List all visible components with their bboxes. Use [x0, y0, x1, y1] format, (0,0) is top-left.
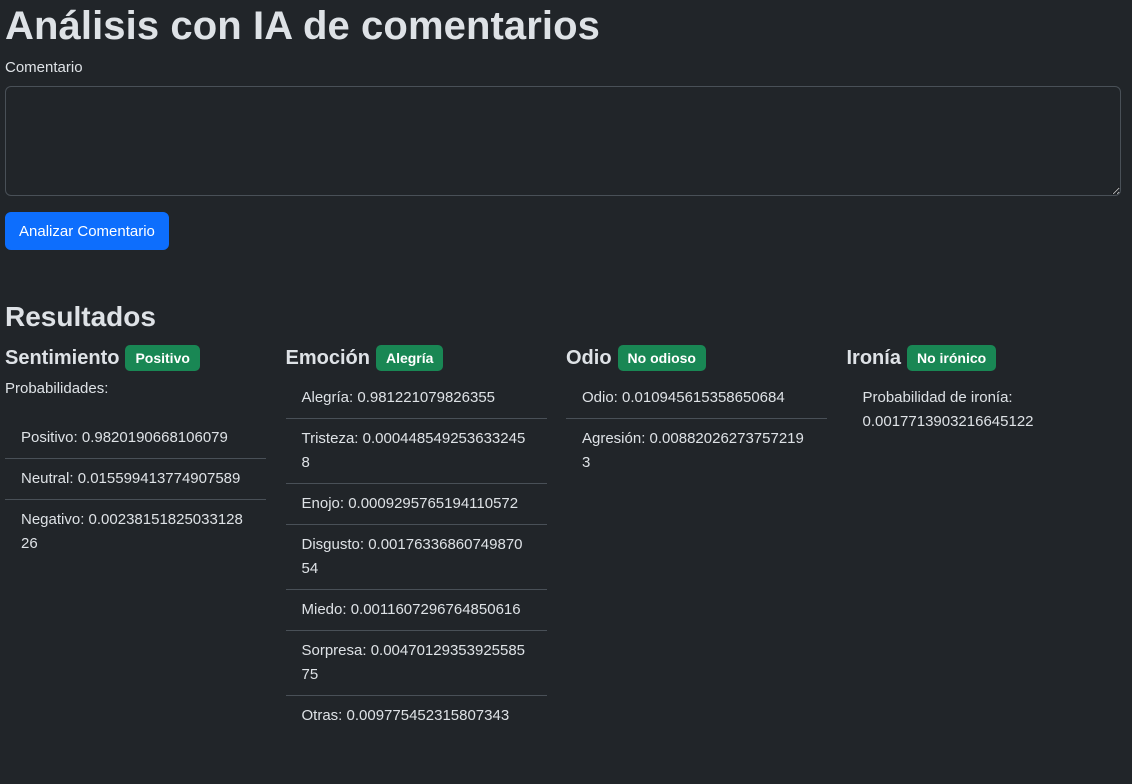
- irony-probability: Probabilidad de ironía: 0.00177139032166…: [862, 389, 1034, 430]
- list-item: Otras: 0.009775452315807343: [301, 707, 510, 724]
- results-title: Resultados: [5, 301, 156, 332]
- hate-title: Odio: [566, 346, 612, 369]
- emotion-header: Emoción Alegría: [286, 344, 567, 372]
- sentiment-header: Sentimiento Positivo: [5, 344, 286, 372]
- list-item: Disgusto: 0.0017633686074987054: [285, 525, 547, 590]
- sentiment-list: Positivo: 0.9820190668106079 Neutral: 0.…: [5, 418, 266, 564]
- list-item: Agresión: 0.008820262737572193: [582, 430, 804, 471]
- irony-title: Ironía: [846, 346, 901, 369]
- emotion-title: Emoción: [285, 346, 370, 369]
- list-item: Enojo: 0.0009295765194110572: [285, 484, 547, 525]
- list-item: Odio: 0.010945615358650684: [566, 378, 827, 419]
- sentiment-title: Sentimiento: [5, 346, 120, 369]
- list-item: Negativo: 0.0023815182503312826: [21, 511, 243, 552]
- list-item: Positivo: 0.9820190668106079: [5, 418, 266, 459]
- irony-column: Ironía No irónico Probabilidad de ironía…: [847, 344, 1128, 736]
- irony-header: Ironía No irónico: [847, 344, 1128, 372]
- list-item: Neutral: 0.015599413774907589: [5, 459, 266, 500]
- list-item: Alegría: 0.981221079826355: [285, 378, 547, 419]
- list-item: Sorpresa: 0.0047012935392558575: [285, 631, 547, 696]
- emotion-list: Alegría: 0.981221079826355 Tristeza: 0.0…: [285, 378, 547, 736]
- sentiment-column: Sentimiento Positivo Probabilidades: Pos…: [5, 344, 286, 736]
- sentiment-badge: Positivo: [125, 345, 200, 371]
- list-item: Miedo: 0.0011607296764850616: [285, 590, 547, 631]
- page-title: Análisis con IA de comentarios: [5, 4, 601, 48]
- emotion-column: Emoción Alegría Alegría: 0.9812210798263…: [285, 344, 567, 736]
- emotion-badge: Alegría: [375, 345, 444, 371]
- page: Análisis con IA de comentarios Comentari…: [0, 0, 1132, 784]
- comment-textarea[interactable]: [5, 86, 1121, 196]
- comment-label: Comentario: [5, 59, 83, 76]
- probabilities-label: Probabilidades:: [5, 380, 109, 397]
- hate-list: Odio: 0.010945615358650684 Agresión: 0.0…: [566, 378, 827, 483]
- irony-badge: No irónico: [906, 345, 997, 371]
- hate-badge: No odioso: [617, 345, 706, 371]
- analyze-comment-button[interactable]: Analizar Comentario: [5, 212, 169, 250]
- list-item: Tristeza: 0.0004485492536332458: [285, 419, 547, 484]
- hate-header: Odio No odioso: [566, 344, 847, 372]
- hate-column: Odio No odioso Odio: 0.01094561535865068…: [566, 344, 847, 736]
- results-columns: Sentimiento Positivo Probabilidades: Pos…: [5, 344, 1127, 736]
